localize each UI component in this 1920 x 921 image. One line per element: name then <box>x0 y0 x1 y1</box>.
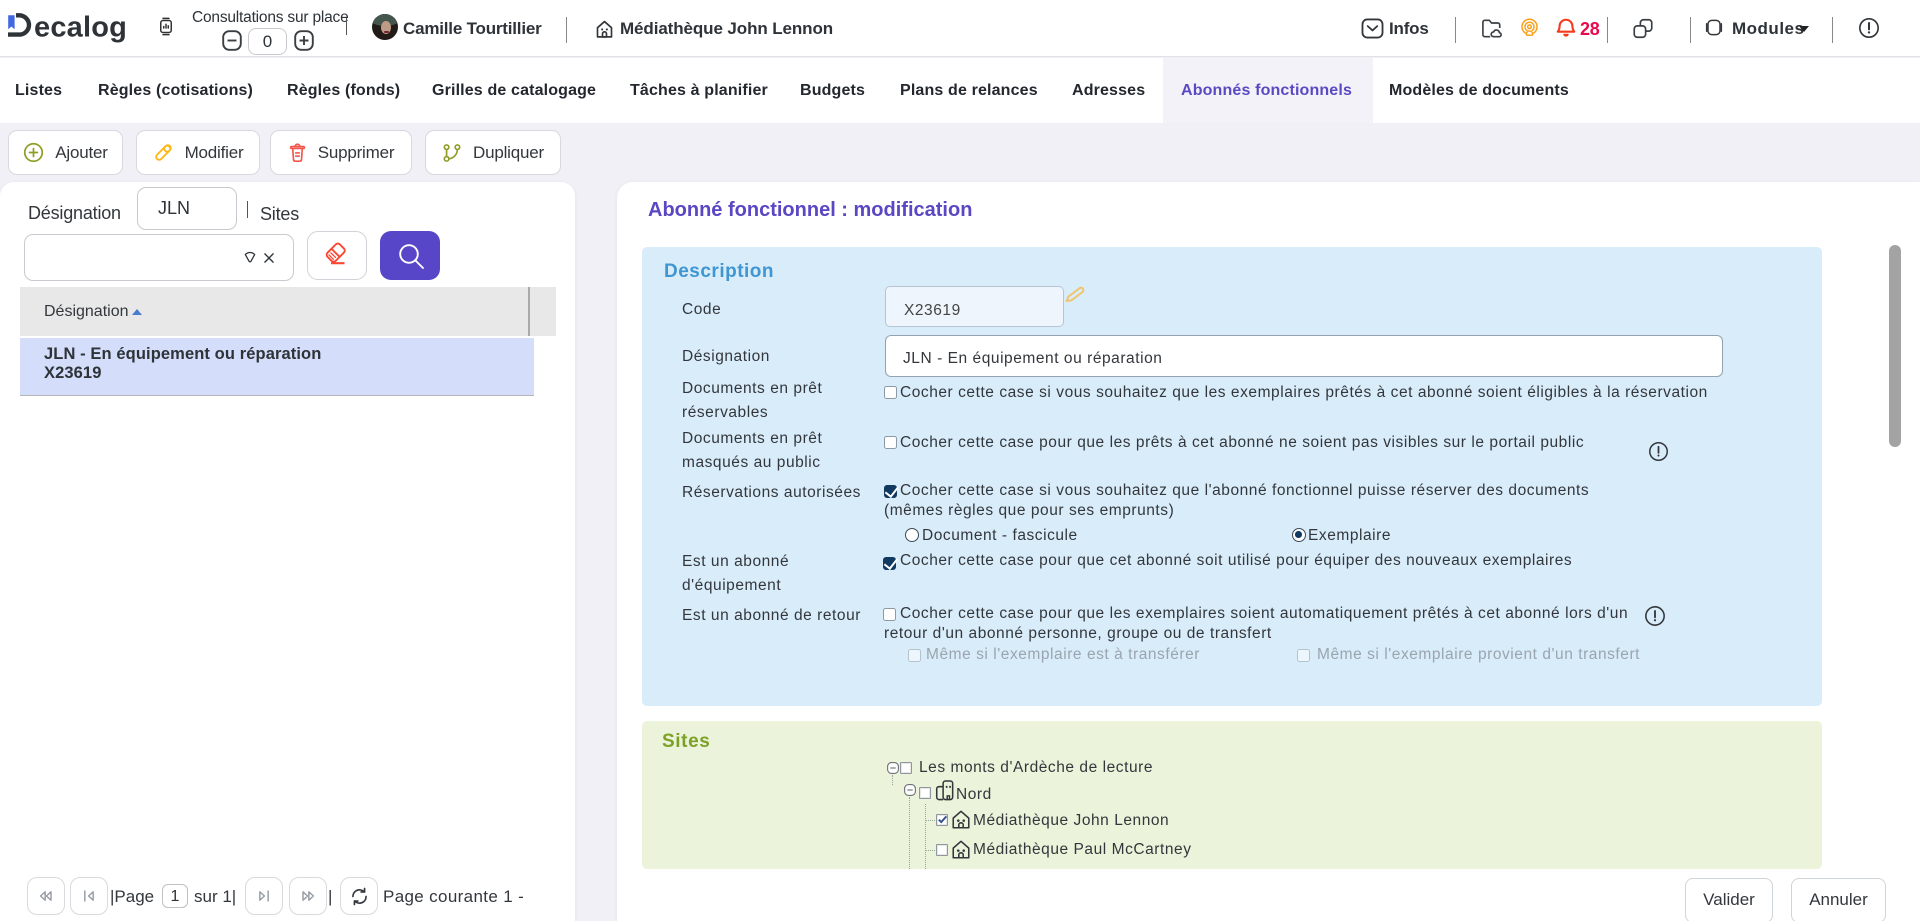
svg-text:ecalog: ecalog <box>34 11 127 43</box>
